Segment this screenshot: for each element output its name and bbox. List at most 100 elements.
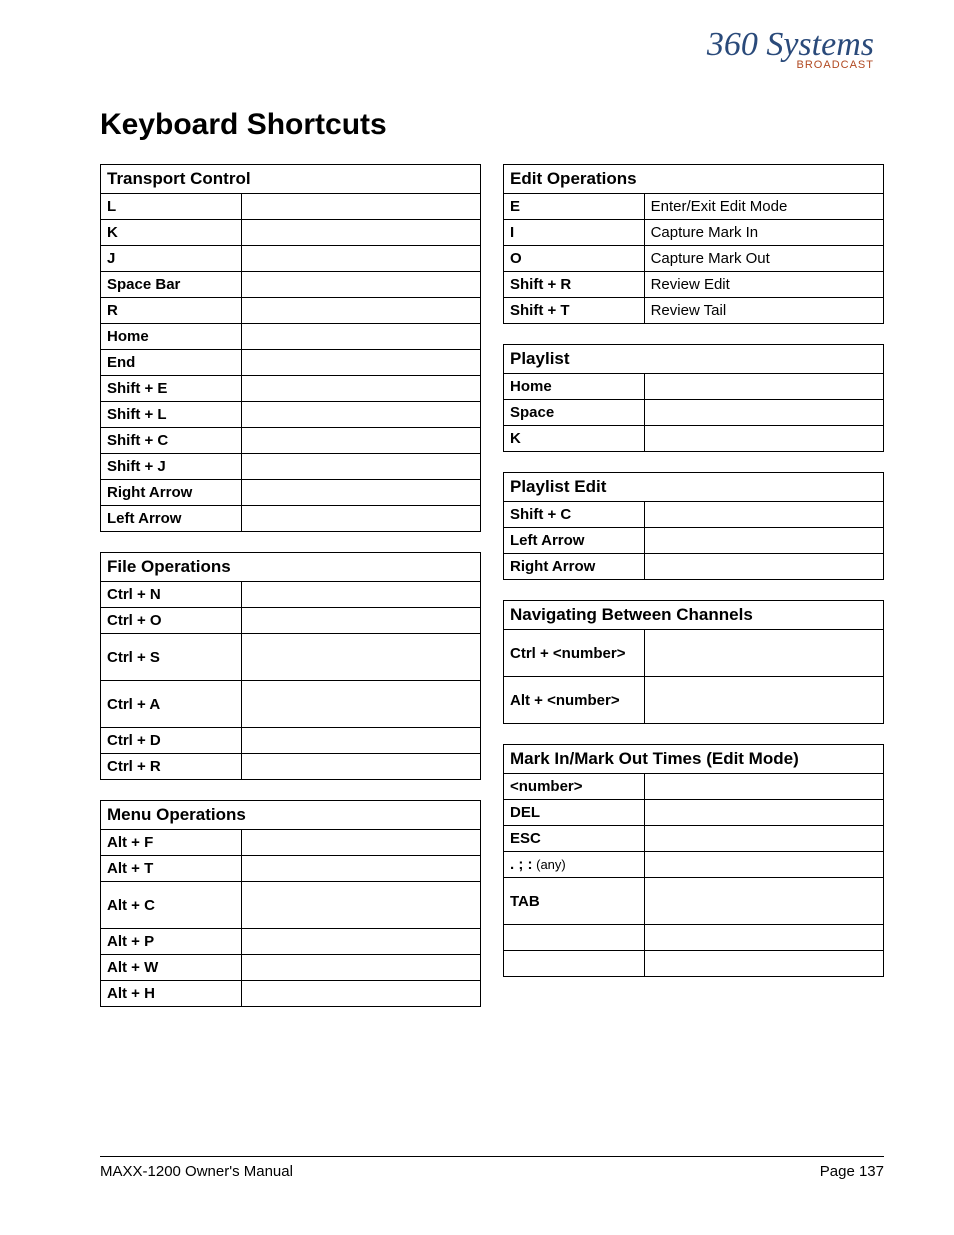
shortcut-description	[644, 925, 883, 951]
shortcut-key: Space	[504, 400, 645, 426]
section-header: Playlist Edit	[504, 473, 884, 502]
brand-logo: 360 Systems BROADCAST	[100, 30, 884, 100]
page-footer: MAXX-1200 Owner's Manual Page 137	[100, 1156, 884, 1180]
shortcut-key: . ; : (any)	[504, 852, 645, 878]
shortcut-key: Ctrl + A	[101, 681, 242, 728]
shortcut-description	[241, 681, 480, 728]
shortcut-key: Shift + C	[504, 502, 645, 528]
shortcut-key: Ctrl + O	[101, 608, 242, 634]
shortcut-key: Alt + P	[101, 929, 242, 955]
key-qualifier: (any)	[533, 857, 566, 872]
shortcut-description	[241, 220, 480, 246]
section-header: Edit Operations	[504, 165, 884, 194]
shortcut-description	[644, 800, 883, 826]
footer-manual-name: MAXX-1200 Owner's Manual	[100, 1163, 293, 1180]
table-row	[504, 951, 884, 977]
table-row: Right Arrow	[504, 554, 884, 580]
table-row: Space	[504, 400, 884, 426]
shortcut-description	[241, 246, 480, 272]
table-row: Alt + W	[101, 955, 481, 981]
section-header: Transport Control	[101, 165, 481, 194]
right-column: Edit OperationsEEnter/Exit Edit ModeICap…	[503, 164, 884, 1027]
shortcut-key: Alt + <number>	[504, 677, 645, 724]
shortcut-description	[241, 298, 480, 324]
table-row: Ctrl + S	[101, 634, 481, 681]
table-row: <number>	[504, 774, 884, 800]
shortcut-key: Alt + C	[101, 882, 242, 929]
table-row: OCapture Mark Out	[504, 246, 884, 272]
shortcut-key: Left Arrow	[504, 528, 645, 554]
table-row: EEnter/Exit Edit Mode	[504, 194, 884, 220]
shortcut-key: Shift + J	[101, 454, 242, 480]
shortcut-table: PlaylistHomeSpaceK	[503, 344, 884, 452]
table-row: Shift + J	[101, 454, 481, 480]
shortcut-description	[241, 728, 480, 754]
shortcut-description	[644, 502, 883, 528]
shortcut-description	[644, 878, 883, 925]
table-row: Shift + RReview Edit	[504, 272, 884, 298]
table-row: Ctrl + N	[101, 582, 481, 608]
table-row: ICapture Mark In	[504, 220, 884, 246]
shortcut-description	[241, 402, 480, 428]
table-row: Left Arrow	[504, 528, 884, 554]
shortcut-table: Mark In/Mark Out Times (Edit Mode)<numbe…	[503, 744, 884, 977]
shortcut-description	[241, 272, 480, 298]
shortcut-key: DEL	[504, 800, 645, 826]
table-row: ESC	[504, 826, 884, 852]
shortcut-description	[241, 882, 480, 929]
table-row: Shift + TReview Tail	[504, 298, 884, 324]
shortcut-key: Ctrl + D	[101, 728, 242, 754]
table-row: Alt + F	[101, 830, 481, 856]
shortcut-description	[644, 951, 883, 977]
shortcut-description: Capture Mark In	[644, 220, 883, 246]
shortcut-key: Shift + R	[504, 272, 645, 298]
shortcut-description	[241, 324, 480, 350]
section-header: Menu Operations	[101, 801, 481, 830]
shortcut-description	[241, 480, 480, 506]
shortcut-key: O	[504, 246, 645, 272]
shortcut-table: Menu OperationsAlt + FAlt + TAlt + CAlt …	[100, 800, 481, 1007]
shortcut-key: E	[504, 194, 645, 220]
shortcut-description	[644, 677, 883, 724]
shortcut-columns: Transport ControlLKJSpace BarRHomeEndShi…	[100, 164, 884, 1027]
shortcut-description	[241, 608, 480, 634]
shortcut-description	[241, 981, 480, 1007]
shortcut-table: Playlist EditShift + CLeft ArrowRight Ar…	[503, 472, 884, 580]
shortcut-description: Review Edit	[644, 272, 883, 298]
shortcut-description	[241, 350, 480, 376]
table-row: Ctrl + A	[101, 681, 481, 728]
shortcut-description: Review Tail	[644, 298, 883, 324]
shortcut-key: L	[101, 194, 242, 220]
shortcut-description	[241, 830, 480, 856]
table-row: Alt + H	[101, 981, 481, 1007]
table-row: TAB	[504, 878, 884, 925]
shortcut-key: Shift + E	[101, 376, 242, 402]
section-header: Mark In/Mark Out Times (Edit Mode)	[504, 745, 884, 774]
shortcut-key: TAB	[504, 878, 645, 925]
shortcut-description	[241, 582, 480, 608]
shortcut-description	[644, 426, 883, 452]
shortcut-key: Alt + T	[101, 856, 242, 882]
table-row	[504, 925, 884, 951]
table-row: Ctrl + O	[101, 608, 481, 634]
shortcut-table: Navigating Between ChannelsCtrl + <numbe…	[503, 600, 884, 724]
table-row: R	[101, 298, 481, 324]
shortcut-key: End	[101, 350, 242, 376]
shortcut-key: Alt + H	[101, 981, 242, 1007]
shortcut-key: K	[504, 426, 645, 452]
table-row: Home	[504, 374, 884, 400]
table-row: Space Bar	[101, 272, 481, 298]
table-row: Shift + C	[504, 502, 884, 528]
shortcut-key	[504, 951, 645, 977]
shortcut-table: Transport ControlLKJSpace BarRHomeEndShi…	[100, 164, 481, 532]
table-row: K	[101, 220, 481, 246]
shortcut-description	[241, 428, 480, 454]
table-row: Alt + <number>	[504, 677, 884, 724]
shortcut-description	[644, 774, 883, 800]
table-row: Left Arrow	[101, 506, 481, 532]
table-row: . ; : (any)	[504, 852, 884, 878]
logo-main-text: 360 Systems	[707, 30, 874, 61]
shortcut-description	[644, 554, 883, 580]
shortcut-description	[241, 856, 480, 882]
shortcut-description	[241, 506, 480, 532]
